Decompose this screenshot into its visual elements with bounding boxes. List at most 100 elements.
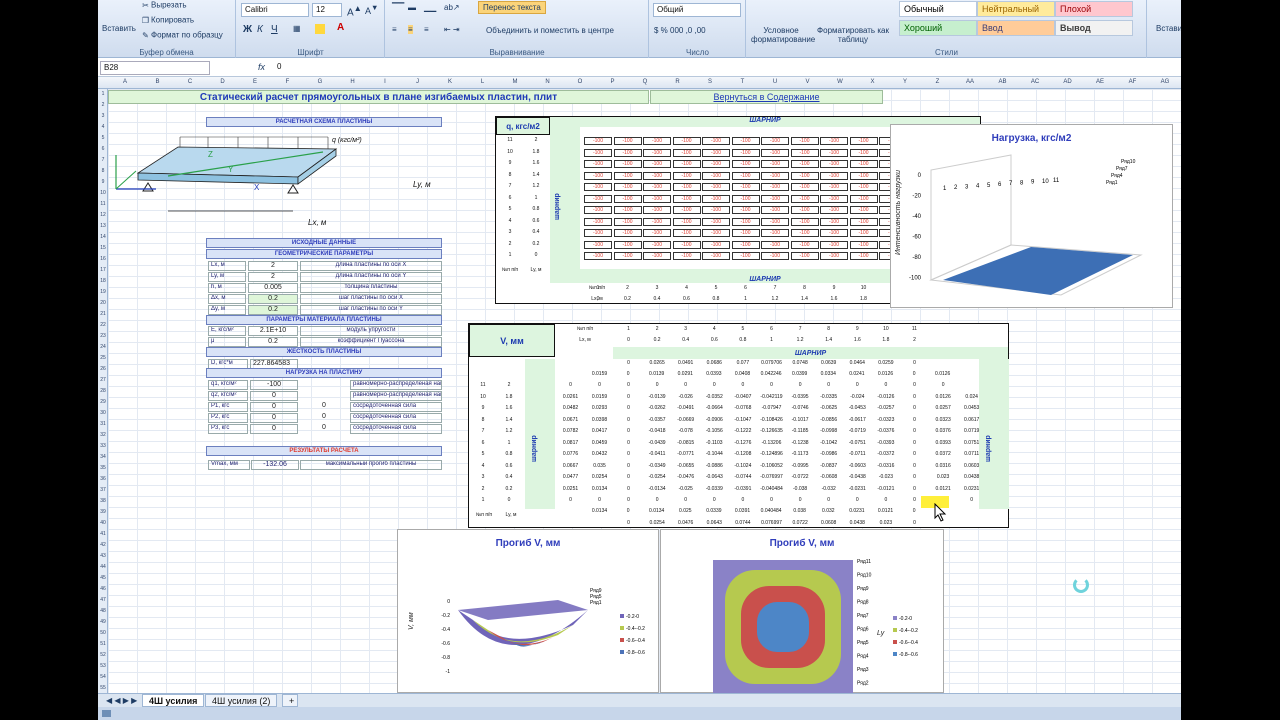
q-cell[interactable]: -100 <box>613 160 642 168</box>
v-cell[interactable]: 0 <box>844 497 871 503</box>
v-bottom-cell[interactable]: 0 <box>901 508 928 514</box>
row-header[interactable]: 1 <box>98 91 108 97</box>
v-cell[interactable]: -0.0139 <box>644 394 671 400</box>
row-header[interactable]: 46 <box>98 586 108 592</box>
row-header[interactable]: 51 <box>98 641 108 647</box>
shrink-font-button[interactable]: A▼ <box>365 3 378 16</box>
v-cell[interactable]: 0.0482 <box>557 405 584 411</box>
v-cell[interactable]: -0.042119 <box>758 394 785 400</box>
number-format-select[interactable]: Общий <box>653 3 741 17</box>
load-position[interactable] <box>300 380 348 390</box>
geom-value[interactable]: 0.005 <box>248 283 298 293</box>
v-cell[interactable]: 0 <box>586 382 613 388</box>
v-cell[interactable]: 0 <box>901 440 928 446</box>
v-cell[interactable]: -0.0643 <box>701 474 728 480</box>
material-value[interactable]: 0.2 <box>248 337 298 347</box>
v-cell[interactable]: 0.0398 <box>586 417 613 423</box>
align-right-icon[interactable]: ≡ <box>424 25 429 34</box>
column-header[interactable]: AF <box>1118 79 1148 85</box>
v-cell[interactable]: 0 <box>901 405 928 411</box>
column-header[interactable]: B <box>143 79 173 85</box>
q-cell[interactable]: -100 <box>761 252 789 260</box>
back-to-contents-link[interactable]: Вернуться в Содержание <box>650 90 883 104</box>
v-cell[interactable]: -0.023 <box>872 474 899 480</box>
v-cell[interactable]: -0.025 <box>672 486 699 492</box>
row-header[interactable]: 12 <box>98 212 108 218</box>
v-cell[interactable]: -0.07947 <box>758 405 785 411</box>
v-cell[interactable]: -0.0453 <box>844 405 871 411</box>
v-top-cell[interactable]: 0.079706 <box>758 360 785 366</box>
v-cell[interactable]: 0 <box>901 463 928 469</box>
v-top2-cell[interactable]: 0.042246 <box>758 371 785 377</box>
orientation-icon[interactable]: ab↗ <box>444 3 460 12</box>
v-top-cell[interactable]: 0.0639 <box>815 360 842 366</box>
format-table-button[interactable]: Форматировать как таблицу <box>817 26 889 44</box>
v-cell[interactable]: -0.0134 <box>644 486 671 492</box>
style-neutral[interactable]: Нейтральный <box>977 1 1055 17</box>
v-cell[interactable]: -0.040484 <box>758 486 785 492</box>
row-header[interactable]: 50 <box>98 630 108 636</box>
currency-icon[interactable]: $ % 000 ,0 ,00 <box>654 26 706 35</box>
v-cell[interactable]: 0.0671 <box>557 417 584 423</box>
q-cell[interactable]: -100 <box>702 160 730 168</box>
q-cell[interactable]: -100 <box>584 160 612 168</box>
q-cell[interactable]: -100 <box>702 229 730 237</box>
v-cell[interactable]: 0.0293 <box>586 405 613 411</box>
v-cell[interactable]: 0 <box>729 497 756 503</box>
v-cell[interactable]: -0.13206 <box>758 440 785 446</box>
v-cell[interactable]: -0.0126 <box>872 394 899 400</box>
v-cell[interactable]: 0 <box>787 382 814 388</box>
font-size-select[interactable]: 12 <box>312 3 342 17</box>
underline-button[interactable]: Ч <box>271 24 278 35</box>
v-cell[interactable]: 0 <box>615 394 642 400</box>
q-cell[interactable]: -100 <box>672 160 701 168</box>
q-cell[interactable]: -100 <box>731 148 760 157</box>
row-header[interactable]: 11 <box>98 201 108 207</box>
v-cell[interactable]: -0.0711 <box>844 451 871 457</box>
column-header[interactable]: J <box>403 79 433 85</box>
v-bottom-cell[interactable]: 0.038 <box>786 508 813 514</box>
v-top2-cell[interactable]: 0.0159 <box>586 371 613 377</box>
geom-value[interactable]: 2 <box>248 272 298 282</box>
v-bottom2-cell[interactable]: 0.0254 <box>644 520 671 526</box>
column-header[interactable]: X <box>858 79 888 85</box>
v-cell[interactable]: 0 <box>615 463 642 469</box>
v-cell[interactable]: 0 <box>844 382 871 388</box>
q-cell[interactable]: -100 <box>731 194 760 203</box>
v-cell[interactable]: -0.0986 <box>815 451 842 457</box>
row-header[interactable]: 55 <box>98 685 108 691</box>
v-top2-cell[interactable]: 0.0334 <box>815 371 842 377</box>
v-cell[interactable]: 0 <box>701 382 728 388</box>
q-cell[interactable]: -100 <box>672 252 701 260</box>
v-top-cell[interactable]: 0.0491 <box>672 360 699 366</box>
v-cell[interactable]: 0 <box>557 382 584 388</box>
q-cell[interactable]: -100 <box>761 183 789 191</box>
q-cell[interactable]: -100 <box>849 206 878 214</box>
v-cell[interactable]: -0.078 <box>672 428 699 434</box>
v-cell[interactable]: 0.0372 <box>930 451 957 457</box>
q-cell[interactable]: -100 <box>790 171 819 180</box>
v-cell[interactable]: 0 <box>758 497 785 503</box>
v-cell[interactable]: 0 <box>930 382 957 388</box>
q-cell[interactable]: -100 <box>731 229 760 237</box>
q-cell[interactable]: -100 <box>820 206 848 214</box>
v-cell[interactable]: 0.0667 <box>557 463 584 469</box>
row-header[interactable]: 16 <box>98 256 108 262</box>
q-cell[interactable]: -100 <box>584 229 612 237</box>
v-cell[interactable]: -0.0439 <box>644 440 671 446</box>
v-top-cell[interactable]: 0.0259 <box>872 360 899 366</box>
row-header[interactable]: 38 <box>98 498 108 504</box>
column-header[interactable]: E <box>240 79 270 85</box>
v-cell[interactable]: -0.0719 <box>844 428 871 434</box>
font-name-select[interactable]: Calibri <box>241 3 309 17</box>
format-painter-button[interactable]: ✎ Формат по образцу <box>140 30 223 41</box>
v-cell[interactable]: 0.0393 <box>930 440 957 446</box>
q-cell[interactable]: -100 <box>820 160 848 168</box>
row-header[interactable]: 52 <box>98 652 108 658</box>
v-top-cell[interactable]: 0.0686 <box>701 360 728 366</box>
q-cell[interactable]: -100 <box>761 160 789 168</box>
q-cell[interactable]: -100 <box>761 137 789 145</box>
bold-button[interactable]: Ж <box>243 24 252 35</box>
row-header[interactable]: 40 <box>98 520 108 526</box>
v-cell[interactable]: 0.0376 <box>930 428 957 434</box>
